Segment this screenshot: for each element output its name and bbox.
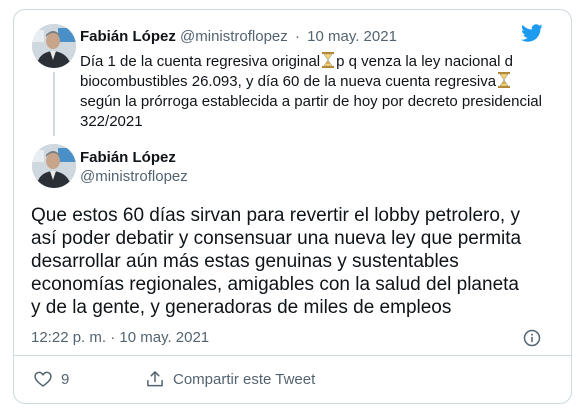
hourglass-icon [322,52,335,68]
quoted-text-line: biocombustibles 26.093, y día 60 de la n… [80,72,550,92]
author-handle[interactable]: @ministroflopez [80,168,188,185]
share-label: Compartir este Tweet [173,370,316,388]
quoted-text-line: Día 1 de la cuenta regresiva original p q… [80,52,513,70]
quoted-tweet-text: Día 1 de la cuenta regresiva original p q… [80,52,550,132]
tweet-text-line: así poder debatir y consensuar una nueva… [31,228,522,249]
thread-connector-line [53,72,55,136]
avatar-photo [32,144,76,188]
like-button[interactable]: 9 [33,369,69,389]
quoted-text-line: 322/2021 [80,113,143,130]
hourglass-icon [498,72,511,88]
author-name[interactable]: Fabián López [80,149,176,166]
like-count: 9 [61,370,70,388]
tweet-timestamp[interactable]: 12:22 p. m. · 10 may. 2021 [31,329,209,346]
tweet-date[interactable]: 10 may. 2021 [307,28,397,45]
divider [14,355,571,356]
avatar-photo [32,24,76,68]
author-handle[interactable]: @ministroflopez [180,28,288,45]
twitter-bird-icon[interactable] [519,22,545,44]
tweet-text-line: Que estos 60 días sirvan para revertir e… [31,205,520,226]
quoted-text-line: según la prórroga establecida a partir d… [80,93,542,110]
share-button[interactable]: Compartir este Tweet [145,369,315,389]
info-icon[interactable] [523,329,541,347]
author-name[interactable]: Fabián López [80,28,176,45]
tweet-text-line: y de la gente, y generadoras de miles de… [31,297,452,318]
avatar[interactable] [32,144,76,188]
tweet-text-line: economías regionales, amigables con la s… [31,274,519,295]
tweet-text: Que estos 60 días sirvan para revertir e… [31,204,551,319]
separator-dot: · [294,28,300,45]
share-icon [147,371,163,387]
heart-icon [34,371,52,387]
quoted-tweet-header: Fabián López @ministroflopez · 10 may. 2… [80,28,397,45]
avatar[interactable] [32,24,76,68]
tweet-text-line: desarrollar aún más estas genuinas y sus… [31,251,459,272]
